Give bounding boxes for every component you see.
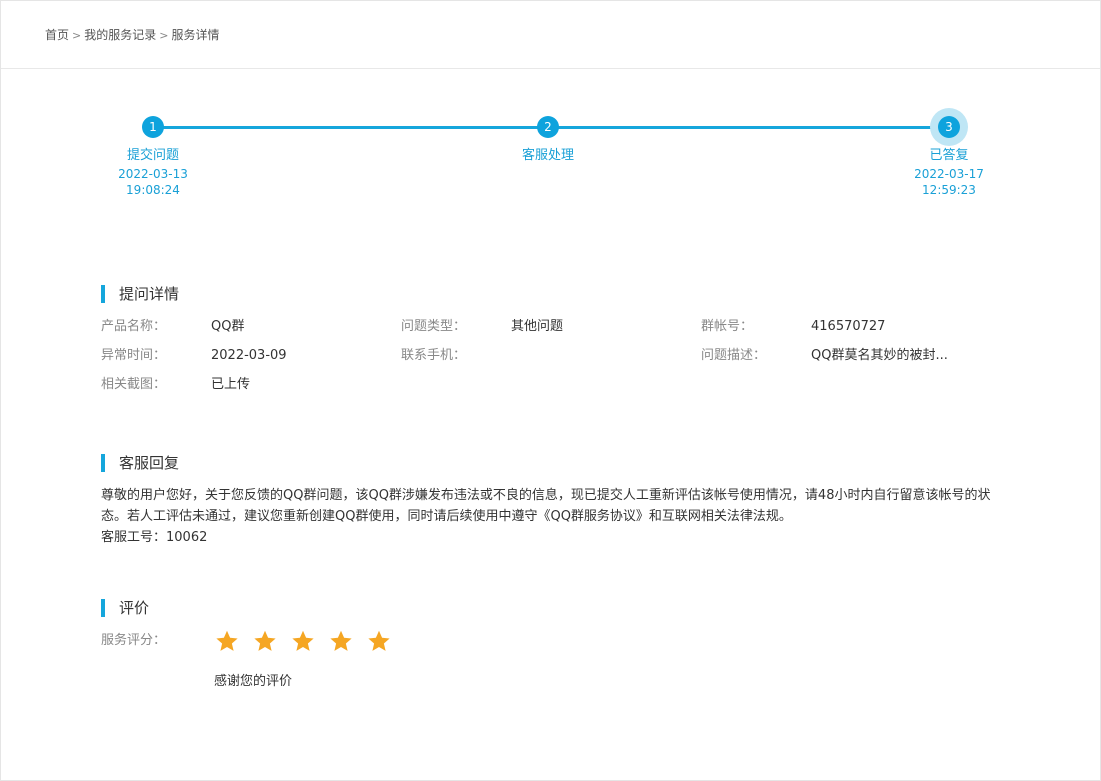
step-3-circle: 3 [938, 116, 960, 138]
agent-id: 客服工号：10062 [101, 530, 208, 545]
step-3-label: 已答复 [929, 148, 969, 163]
product-name-value: QQ群 [211, 319, 245, 334]
step-2-label: 客服处理 [521, 148, 574, 163]
step-1-time: 19:08:24 [126, 183, 180, 197]
step-1-date: 2022-03-13 [118, 167, 188, 181]
screenshot-label: 相关截图： [101, 377, 167, 392]
star-icon[interactable] [215, 629, 239, 653]
product-name-label: 产品名称： [101, 319, 167, 334]
issue-type-label: 问题类型： [401, 319, 467, 334]
header-divider [1, 68, 1100, 69]
issue-description-label: 问题描述： [701, 348, 767, 363]
issue-type-value: 其他问题 [511, 319, 564, 334]
service-rating-label: 服务评分： [101, 633, 167, 648]
star-icon[interactable] [291, 629, 315, 653]
group-account-value: 416570727 [811, 319, 886, 334]
step-2-circle: 2 [537, 116, 559, 138]
step-1-circle: 1 [142, 116, 164, 138]
breadcrumb-home-link[interactable]: 首页 [45, 28, 69, 42]
reply-title: 客服回复 [101, 454, 179, 472]
screenshot-value: 已上传 [211, 377, 251, 392]
star-icon[interactable] [367, 629, 391, 653]
star-icon[interactable] [253, 629, 277, 653]
breadcrumb-current: 服务详情 [171, 28, 220, 42]
step-3-date: 2022-03-17 [914, 167, 984, 181]
step-1-label: 提交问题 [126, 148, 179, 163]
incident-time-label: 异常时间： [101, 348, 167, 363]
service-detail-panel: 首页 > 我的服务记录 > 服务详情 1 提交问题 2022-03-13 19:08:2… [0, 0, 1101, 781]
group-account-label: 群帐号： [701, 319, 754, 334]
incident-time-value: 2022-03-09 [211, 348, 287, 363]
breadcrumb-records-link[interactable]: 我的服务记录 [84, 28, 156, 42]
rating-thanks-text: 感谢您的评价 [214, 674, 293, 689]
reply-text: 尊敬的用户您好，关于您反馈的QQ群问题，该QQ群涉嫌发布违法或不良的信息，现已提… [101, 488, 991, 524]
breadcrumb: 首页 > 我的服务记录 > 服务详情 [45, 27, 219, 44]
breadcrumb-separator: > [72, 29, 82, 42]
question-details-title: 提问详情 [101, 285, 179, 303]
star-icon[interactable] [329, 629, 353, 653]
rating-title: 评价 [101, 599, 149, 617]
issue-description-value: QQ群莫名其妙的被封... [811, 348, 948, 363]
step-3-time: 12:59:23 [922, 183, 976, 197]
contact-phone-label: 联系手机： [401, 348, 467, 363]
breadcrumb-separator: > [159, 29, 169, 42]
